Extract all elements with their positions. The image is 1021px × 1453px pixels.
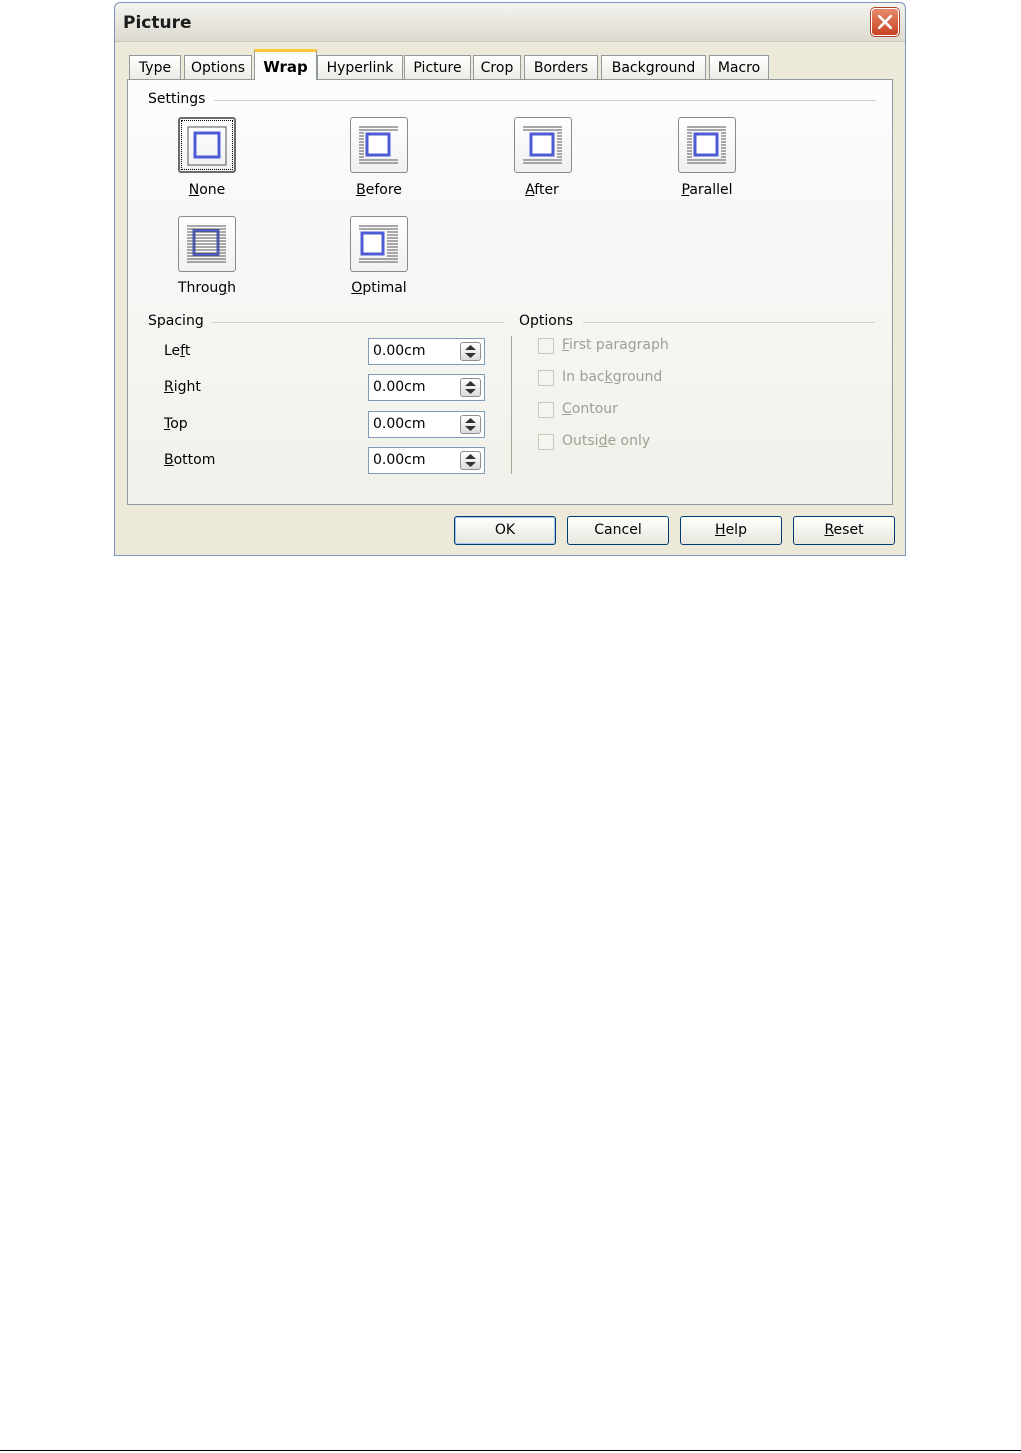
spin-arrows-icon [465,418,476,431]
spacing-top-spinner[interactable] [460,415,481,434]
spacing-right-spinner[interactable] [460,378,481,397]
outside-only-checkbox[interactable] [538,434,554,450]
spacing-divider [212,322,504,323]
wrap-through-button[interactable] [178,216,236,272]
wrap-none-icon [187,126,227,166]
wrap-before-label: Before [356,182,402,198]
spacing-bottom-label: Bottom [164,452,216,468]
spacing-left-input[interactable]: 0.00cm [368,338,485,365]
first-paragraph-checkbox[interactable] [538,338,554,354]
wrap-optimal-label: Optimal [351,280,407,296]
wrap-none-label: None [188,182,226,198]
wrap-optimal-button[interactable] [350,216,408,272]
page-bottom-rule [0,1450,1021,1451]
tab-borders[interactable]: Borders [524,55,598,79]
tab-background[interactable]: Background [601,55,706,79]
spacing-left-label: Left [164,343,191,359]
spacing-right-label: Right [164,379,201,395]
spin-arrows-icon [465,345,476,358]
wrap-before-button[interactable] [350,117,408,173]
spacing-top-input[interactable]: 0.00cm [368,411,485,438]
spin-arrows-icon [465,381,476,394]
wrap-after-icon [523,126,562,164]
cancel-button[interactable]: Cancel [567,516,669,545]
spacing-right-input[interactable]: 0.00cm [368,374,485,401]
options-divider [583,322,875,323]
wrap-before-icon [359,126,398,164]
contour-label: Contour [562,401,618,417]
options-heading: Options [519,313,574,329]
contour-checkbox[interactable] [538,402,554,418]
wrap-through-label: Through [177,280,237,296]
wrap-after-button[interactable] [514,117,572,173]
tab-crop[interactable]: Crop [473,55,521,79]
tab-wrap[interactable]: Wrap [254,49,317,80]
tab-options[interactable]: Options [184,55,252,79]
first-paragraph-label: First paragraph [562,337,669,353]
wrap-none-button[interactable] [178,117,236,173]
in-background-label: In background [562,369,663,385]
spin-arrows-icon [465,454,476,467]
reset-button[interactable]: Reset [793,516,895,545]
tab-picture[interactable]: Picture [404,55,471,79]
outside-only-label: Outside only [562,433,651,449]
spacing-top-label: Top [164,416,188,432]
wrap-parallel-icon [687,126,726,164]
close-button[interactable] [871,8,899,36]
wrap-tab-panel: Settings None Before After Parallel Thro… [127,79,893,505]
ok-button[interactable]: OK [454,516,556,545]
tab-type[interactable]: Type [129,55,181,79]
spacing-bottom-input[interactable]: 0.00cm [368,447,485,474]
spacing-heading: Spacing [148,313,204,329]
title-bar[interactable]: Picture [115,3,905,42]
wrap-parallel-label: Parallel [681,182,733,198]
tab-macro[interactable]: Macro [709,55,769,79]
wrap-through-icon [187,225,226,263]
help-button[interactable]: Help [680,516,782,545]
tab-hyperlink[interactable]: Hyperlink [317,55,403,79]
settings-divider [214,100,876,101]
in-background-checkbox[interactable] [538,370,554,386]
wrap-after-label: After [525,182,559,198]
settings-heading: Settings [148,91,206,107]
picture-dialog: Picture Type Options Wrap Hyperlink Pict… [114,2,906,556]
options-separator [511,336,512,474]
wrap-parallel-button[interactable] [678,117,736,173]
close-icon [878,15,892,29]
spacing-left-spinner[interactable] [460,342,481,361]
spacing-bottom-spinner[interactable] [460,451,481,470]
wrap-optimal-icon [359,225,398,263]
dialog-title: Picture [123,13,192,33]
